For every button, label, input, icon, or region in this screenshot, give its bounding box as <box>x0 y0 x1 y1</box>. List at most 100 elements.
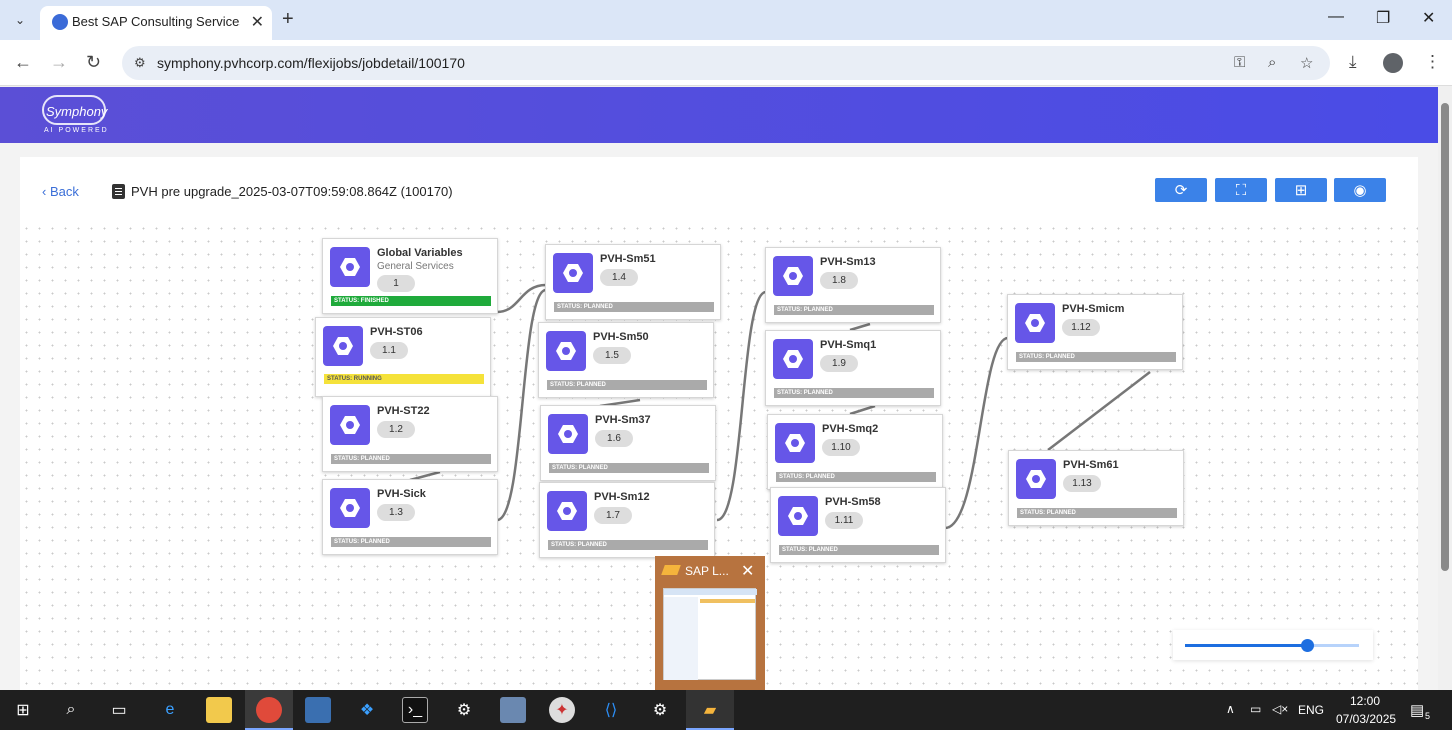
status-bar: STATUS: PLANNED <box>549 463 709 473</box>
network-icon[interactable]: ❖ <box>354 697 380 723</box>
back-label[interactable]: Back <box>50 184 79 199</box>
status-bar: STATUS: PLANNED <box>1017 508 1177 518</box>
scrollbar-thumb[interactable] <box>1441 103 1449 571</box>
language-indicator[interactable]: ENG <box>1298 703 1324 717</box>
eye-icon: ◉ <box>1353 182 1367 199</box>
restore-button[interactable]: ❐ <box>1376 8 1390 28</box>
profile-avatar-icon[interactable] <box>1383 53 1403 73</box>
windows-taskbar: ⊞ ⌕ ▭ e ❖ ›_ ⚙ ✦ ⟨⟩ ⚙ ▰ ∧ ▭ ◁× ENG 12:00… <box>0 690 1452 730</box>
status-bar: STATUS: PLANNED <box>554 302 714 312</box>
windows-start-icon[interactable]: ⊞ <box>10 697 36 723</box>
view-button[interactable]: ◉ <box>1334 178 1386 202</box>
vscode-icon[interactable]: ⟨⟩ <box>598 697 624 723</box>
workflow-node[interactable]: PVH-Smicm 1.12 STATUS: PLANNED <box>1007 294 1183 370</box>
hexagon-icon <box>773 339 813 379</box>
workflow-node[interactable]: PVH-Sm12 1.7 STATUS: PLANNED <box>539 482 715 558</box>
node-number: 1.6 <box>595 430 633 447</box>
app-header: Symphony AI POWERED <box>0 87 1438 143</box>
symphony-logo[interactable]: Symphony AI POWERED <box>40 95 110 137</box>
page-scrollbar[interactable] <box>1438 87 1452 690</box>
status-bar: STATUS: PLANNED <box>776 472 936 482</box>
status-bar: STATUS: PLANNED <box>548 540 708 550</box>
node-name: PVH-Smicm <box>1062 303 1125 315</box>
browser-tab-bar: ⌄ Best SAP Consulting Services ar ✕ + — … <box>0 0 1452 40</box>
job-title: PVH pre upgrade_2025-03-07T09:59:08.864Z… <box>112 184 453 199</box>
back-link[interactable]: ‹ Back <box>42 184 79 199</box>
workflow-node[interactable]: PVH-Smq2 1.10 STATUS: PLANNED <box>767 414 943 490</box>
node-number: 1.2 <box>377 421 415 438</box>
minimize-button[interactable]: — <box>1328 8 1344 26</box>
notifications-icon[interactable]: ▤ <box>1410 701 1424 719</box>
add-node-button[interactable]: ⊞ <box>1275 178 1327 202</box>
menu-kebab-icon[interactable]: ⋮ <box>1424 52 1441 72</box>
download-icon[interactable]: ⤓ <box>1349 52 1357 72</box>
forward-arrow-icon[interactable]: → <box>50 52 68 73</box>
workflow-node[interactable]: PVH-Sm37 1.6 STATUS: PLANNED <box>540 405 716 481</box>
url-text[interactable]: symphony.pvhcorp.com/flexijobs/jobdetail… <box>157 55 465 71</box>
browser-tab[interactable]: Best SAP Consulting Services ar ✕ <box>40 6 272 40</box>
compass-icon[interactable]: ✦ <box>549 697 575 723</box>
fullscreen-button[interactable]: ⛶ <box>1215 178 1267 202</box>
status-bar: STATUS: PLANNED <box>547 380 707 390</box>
hexagon-icon <box>547 491 587 531</box>
logo-subtitle: AI POWERED <box>44 127 109 134</box>
site-info-icon[interactable]: ⚙ <box>134 55 150 71</box>
file-explorer-icon[interactable] <box>206 697 232 723</box>
sap-window-preview[interactable]: SAP L... ✕ <box>655 556 765 690</box>
status-bar: STATUS: FINISHED <box>331 296 491 306</box>
server-manager-icon[interactable] <box>305 697 331 723</box>
zoom-slider[interactable] <box>1173 630 1373 660</box>
reload-icon[interactable]: ↻ <box>86 52 101 73</box>
preview-close-icon[interactable]: ✕ <box>741 561 754 581</box>
password-key-icon[interactable]: ⚿ <box>1234 54 1245 71</box>
workflow-node[interactable]: PVH-Sm13 1.8 STATUS: PLANNED <box>765 247 941 323</box>
workflow-node[interactable]: PVH-Sm51 1.4 STATUS: PLANNED <box>545 244 721 320</box>
workflow-node[interactable]: PVH-Sm61 1.13 STATUS: PLANNED <box>1008 450 1184 526</box>
workflow-node[interactable]: Global Variables General Services 1 STAT… <box>322 238 498 314</box>
node-name: Global Variables <box>377 247 463 259</box>
node-name: PVH-Sm50 <box>593 331 649 343</box>
workflow-node[interactable]: PVH-ST22 1.2 STATUS: PLANNED <box>322 396 498 472</box>
refresh-button[interactable]: ⟳ <box>1155 178 1207 202</box>
fullscreen-icon: ⛶ <box>1235 181 1247 199</box>
gear-icon[interactable]: ⚙ <box>647 697 673 723</box>
back-arrow-icon[interactable]: ← <box>14 52 32 73</box>
node-name: PVH-Smq2 <box>822 423 879 435</box>
hexagon-icon <box>773 256 813 296</box>
slider-knob[interactable] <box>1300 639 1314 652</box>
node-name: PVH-Smq1 <box>820 339 877 351</box>
tab-search-dropdown-icon[interactable]: ⌄ <box>8 8 32 32</box>
hexagon-icon <box>778 496 818 536</box>
clock-date[interactable]: 07/03/2025 <box>1336 712 1396 726</box>
bookmark-star-icon[interactable]: ☆ <box>1300 54 1313 72</box>
tab-close-icon[interactable]: ✕ <box>251 12 264 32</box>
node-number: 1.9 <box>820 355 858 372</box>
url-bar[interactable]: ⚙ symphony.pvhcorp.com/flexijobs/jobdeta… <box>122 46 1330 80</box>
internet-explorer-icon[interactable]: e <box>157 697 183 723</box>
slider-track[interactable] <box>1185 639 1359 652</box>
workflow-node[interactable]: PVH-Sm50 1.5 STATUS: PLANNED <box>538 322 714 398</box>
new-tab-button[interactable]: + <box>282 8 294 31</box>
preview-thumbnail[interactable] <box>663 588 757 680</box>
close-window-button[interactable]: ✕ <box>1422 8 1435 28</box>
sap-logon-icon[interactable]: ▰ <box>697 697 723 723</box>
hexagon-icon <box>330 247 370 287</box>
workflow-node[interactable]: PVH-Smq1 1.9 STATUS: PLANNED <box>765 330 941 406</box>
clock-time[interactable]: 12:00 <box>1350 694 1380 708</box>
workflow-node[interactable]: PVH-Sm58 1.11 STATUS: PLANNED <box>770 487 946 563</box>
terminal-icon[interactable]: ›_ <box>402 697 428 723</box>
search-icon[interactable]: ⌕ <box>58 697 84 723</box>
chrome-icon[interactable] <box>256 697 282 723</box>
node-number: 1.11 <box>825 512 863 529</box>
zoom-icon[interactable]: ⌕ <box>1268 54 1276 71</box>
task-view-icon[interactable]: ▭ <box>106 697 132 723</box>
workflow-node[interactable]: PVH-Sick 1.3 STATUS: PLANNED <box>322 479 498 555</box>
volume-muted-icon[interactable]: ◁× <box>1272 702 1288 716</box>
tray-chevron-icon[interactable]: ∧ <box>1226 702 1235 716</box>
node-name: PVH-Sm13 <box>820 256 876 268</box>
settings-gear-icon[interactable]: ⚙ <box>451 697 477 723</box>
picture-icon[interactable] <box>500 697 526 723</box>
hexagon-icon <box>1016 459 1056 499</box>
workflow-node[interactable]: PVH-ST06 1.1 STATUS: RUNNING <box>315 317 491 397</box>
network-tray-icon[interactable]: ▭ <box>1250 702 1261 716</box>
